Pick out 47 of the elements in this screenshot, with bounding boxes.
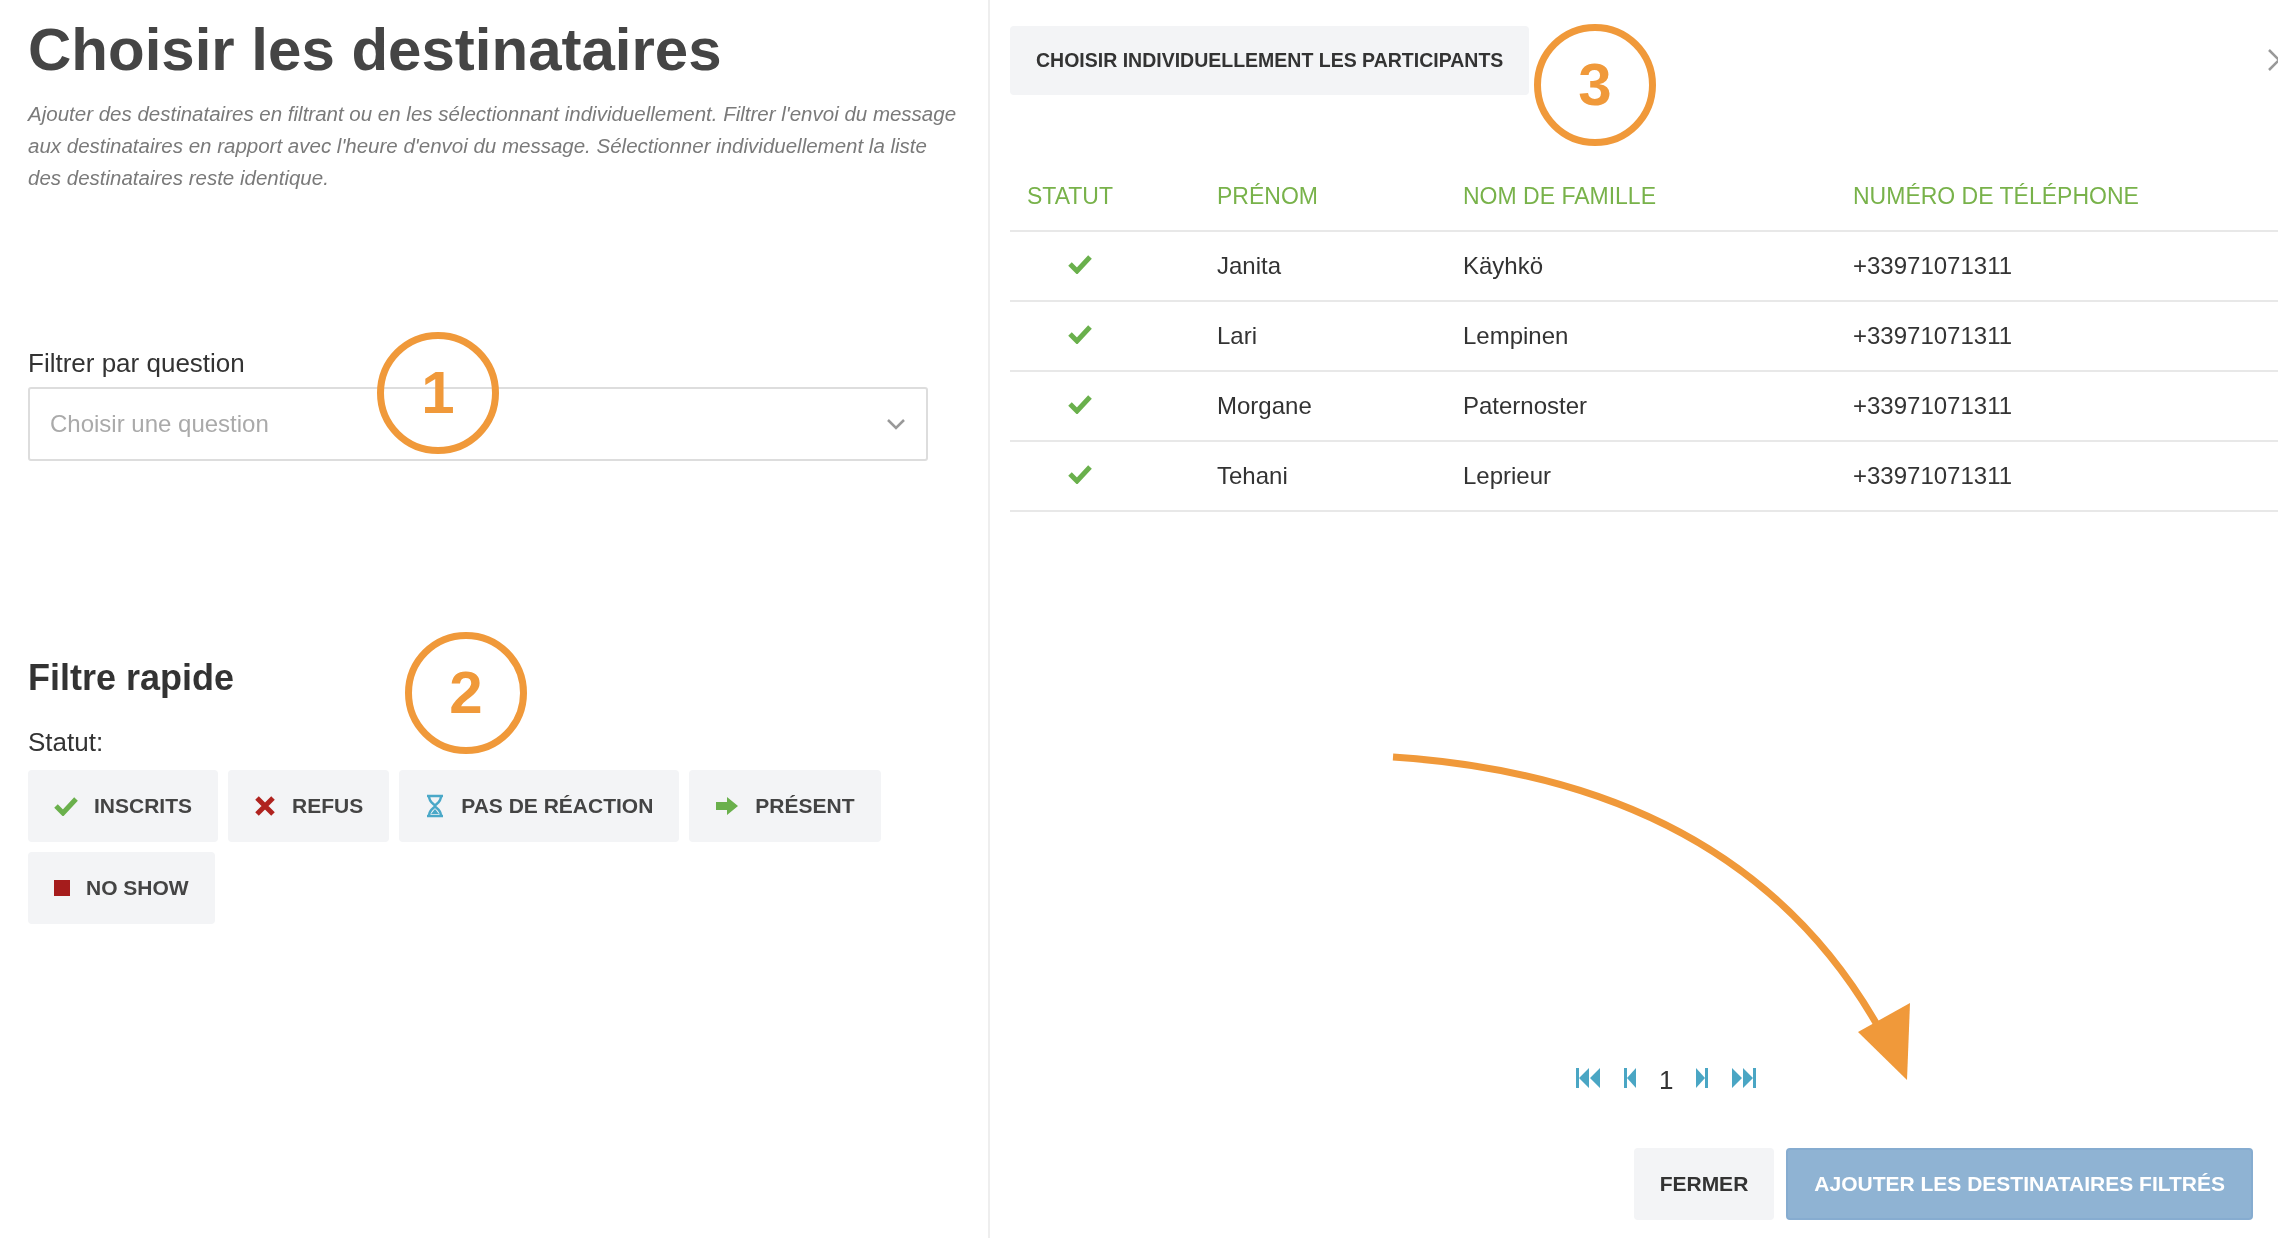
filter-button[interactable]: REFUS: [228, 770, 390, 842]
hourglass-icon: [425, 794, 446, 818]
table-cell: Leprieur: [1446, 441, 1836, 511]
page-title: Choisir les destinataires: [28, 15, 723, 85]
page-number[interactable]: 1: [1659, 1061, 1674, 1100]
check-icon: [1068, 254, 1092, 274]
table-cell: Janita: [1200, 231, 1446, 301]
table-cell: +33971071311: [1836, 371, 2278, 441]
filter-button[interactable]: INSCRITS: [28, 770, 218, 842]
filter-button[interactable]: PAS DE RÉACTION: [399, 770, 680, 842]
cross-icon: [254, 795, 276, 817]
table-cell: Tehani: [1200, 441, 1446, 511]
close-button[interactable]: FERMER: [1633, 1148, 1775, 1220]
check-icon: [1068, 464, 1092, 484]
next-page-icon[interactable]: [1695, 1065, 1710, 1090]
check-icon: [1068, 394, 1092, 414]
column-header: NUMÉRO DE TÉLÉPHONE: [1836, 163, 2278, 231]
column-header: NOM DE FAMILLE: [1446, 163, 1836, 231]
filter-button[interactable]: NO SHOW: [28, 852, 215, 924]
first-page-icon[interactable]: [1575, 1065, 1601, 1090]
table-cell: +33971071311: [1836, 441, 2278, 511]
filter-button[interactable]: PRÉSENT: [689, 770, 881, 842]
table-cell: Lari: [1200, 301, 1446, 371]
field-label: Filtrer par question: [28, 347, 246, 380]
step-number: 3: [1534, 24, 1656, 146]
table-cell: +33971071311: [1836, 231, 2278, 301]
last-page-icon[interactable]: [1731, 1065, 1758, 1090]
column-header: STATUT: [1010, 163, 1200, 231]
check-icon: [54, 796, 78, 816]
previous-page-icon[interactable]: [1623, 1065, 1637, 1090]
table-cell: +33971071311: [1836, 301, 2278, 371]
step-number: 2: [405, 632, 527, 754]
step-number: 1: [377, 332, 499, 454]
square-icon: [54, 880, 70, 896]
chevron-icon: [886, 418, 906, 430]
pick-button[interactable]: CHOISIR INDIVIDUELLEMENT LES PARTICIPANTS: [1010, 26, 1530, 95]
table-cell: Lempinen: [1446, 301, 1836, 371]
column-header: PRÉNOM: [1200, 163, 1446, 231]
status-label: Statut:: [28, 726, 105, 759]
table-cell: Käyhkö: [1446, 231, 1836, 301]
description: Ajouter des destinataires en filtrant ou en les sélectionnant individuellement. Filtrer l'envoi du message aux destinataires en rapport avec l'heure d'envoi du message. Sélectionner individuellement la liste des destinataires reste identique.: [28, 101, 958, 191]
arrow-right-icon: [715, 796, 740, 816]
close-icon[interactable]: [2268, 48, 2278, 72]
check-icon: [1068, 324, 1092, 344]
table-cell: Morgane: [1200, 371, 1446, 441]
table-cell: Paternoster: [1446, 371, 1836, 441]
section-title: Filtre rapide: [28, 656, 235, 700]
